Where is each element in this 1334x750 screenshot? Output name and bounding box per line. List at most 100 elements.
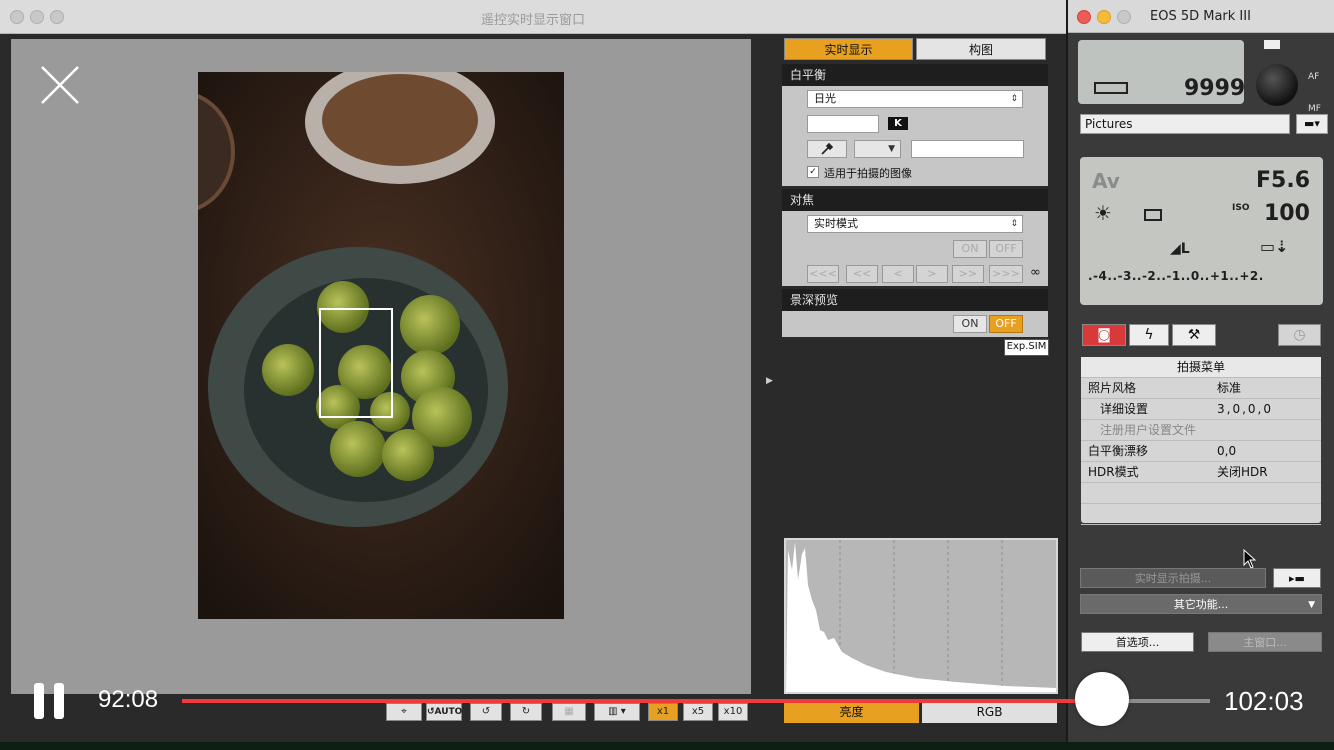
kelvin-input[interactable]	[807, 115, 879, 133]
exp-sim-indicator: Exp.SIM	[1004, 339, 1049, 356]
dof-preview-section: ON OFF	[782, 311, 1048, 337]
focus-step-far-3[interactable]: <<<	[807, 265, 839, 283]
focus-step-far-2[interactable]: <<	[846, 265, 878, 283]
zoom-x5-button[interactable]: x5	[683, 703, 713, 721]
focus-mode-value: 实时模式	[814, 217, 858, 230]
iso-value[interactable]: 100	[1264, 201, 1310, 226]
elapsed-time: 92:08	[98, 686, 159, 713]
wb-shift-dropdown[interactable]: ▼	[854, 140, 901, 158]
white-balance-select[interactable]: 日光 ⇕	[807, 90, 1023, 108]
histogram	[784, 538, 1058, 694]
folder-dropdown-icon[interactable]: ▬▾	[1296, 114, 1328, 134]
total-time: 102:03	[1224, 686, 1304, 716]
eyedropper-icon[interactable]	[807, 140, 847, 158]
infinity-icon: ∞	[1030, 265, 1041, 280]
aspect-ratio-dropdown[interactable]: ▥ ▾	[594, 703, 640, 721]
auto-label: AUTO	[434, 707, 463, 717]
other-functions-button[interactable]: 其它功能... ▼	[1080, 594, 1322, 614]
shooting-menu-title: 拍摄菜单	[1081, 357, 1321, 378]
image-quality-icon[interactable]: ◢L	[1170, 241, 1190, 257]
window-titlebar: 遥控实时显示窗口	[0, 0, 1066, 34]
dof-on-button[interactable]: ON	[953, 315, 987, 333]
drive-mode-icon[interactable]	[1144, 209, 1162, 221]
focus-on-button[interactable]: ON	[953, 240, 987, 258]
menu-row-empty	[1081, 504, 1321, 525]
af-focus-frame[interactable]	[319, 308, 393, 418]
movie-icon[interactable]: ▸▬	[1273, 568, 1321, 588]
sun-icon[interactable]: ☀	[1094, 201, 1112, 225]
exposure-scale[interactable]: .-4..-3..-2..-1..0..+1..+2.	[1088, 269, 1264, 283]
minimize-window-button[interactable]	[1097, 10, 1111, 24]
grid-icon[interactable]: ▦	[552, 703, 586, 721]
shooting-menu-tab-camera-icon[interactable]: ◙	[1082, 324, 1126, 346]
focus-section: 实时模式 ⇕ ON OFF <<< << < > >> >>> ∞	[782, 211, 1048, 286]
live-view-shoot-button[interactable]: 实时显示拍摄...	[1080, 568, 1266, 588]
focus-step-near-2[interactable]: >>	[952, 265, 984, 283]
shooting-mode[interactable]: Av	[1092, 169, 1120, 193]
preferences-button[interactable]: 首选项...	[1081, 632, 1194, 652]
main-dial[interactable]	[1256, 64, 1298, 106]
zoom-window-button[interactable]	[1117, 10, 1131, 24]
mouse-cursor-icon	[1243, 549, 1257, 569]
dropdown-arrow-icon: ▼	[888, 144, 895, 154]
menu-row-hdr[interactable]: HDR模式 关闭HDR	[1081, 462, 1321, 483]
focus-mode-select[interactable]: 实时模式 ⇕	[807, 215, 1023, 233]
rotate-left-icon[interactable]: ↺	[470, 703, 502, 721]
histogram-tab-rgb[interactable]: RGB	[922, 702, 1057, 723]
progress-scrubber[interactable]	[1075, 672, 1130, 726]
focus-step-near-3[interactable]: >>>	[989, 265, 1023, 283]
white-balance-value: 日光	[814, 92, 836, 105]
tab-composition[interactable]: 构图	[916, 38, 1046, 60]
updown-icon: ⇕	[1010, 219, 1018, 229]
card-icon	[1264, 40, 1280, 49]
window-title: 遥控实时显示窗口	[480, 13, 585, 28]
pause-icon[interactable]	[32, 683, 66, 719]
tab-live-view[interactable]: 实时显示	[784, 38, 913, 60]
top-lcd: 9999	[1078, 40, 1245, 104]
menu-row-value: 0,0	[1217, 444, 1237, 458]
dropdown-arrow-icon: ▼	[1308, 600, 1315, 610]
menu-row-label: 注册用户设置文件	[1100, 423, 1197, 437]
dof-off-button[interactable]: OFF	[989, 315, 1023, 333]
aperture-value[interactable]: F5.6	[1256, 168, 1310, 193]
menu-row-value: 标准	[1217, 381, 1242, 395]
flash-tab-icon[interactable]: ϟ	[1129, 324, 1169, 346]
crosshair-icon[interactable]: ⌖	[386, 703, 422, 721]
wb-custom-field[interactable]	[911, 140, 1024, 158]
battery-icon	[1094, 82, 1128, 94]
menu-row-label: HDR模式	[1088, 465, 1139, 479]
focus-step-near-1[interactable]: >	[916, 265, 948, 283]
tools-tab-icon[interactable]: ⚒	[1172, 324, 1216, 346]
zoom-x10-button[interactable]: x10	[718, 703, 748, 721]
menu-row-detail-settings[interactable]: 详细设置 3,0,0,0	[1081, 399, 1321, 420]
af-label: AF	[1308, 72, 1320, 82]
shooting-menu: 拍摄菜单 照片风格 标准 详细设置 3,0,0,0 注册用户设置文件 白平衡漂移…	[1081, 357, 1321, 525]
kelvin-badge: K	[888, 117, 908, 130]
focus-step-far-1[interactable]: <	[882, 265, 914, 283]
auto-wb-button[interactable]: ↺AUTO	[426, 703, 462, 721]
apply-to-capture-label: 适用于拍摄的图像	[824, 167, 912, 180]
camera-settings-lcd: Av F5.6 ☀ ISO 100 ◢L ▭⇣ .-4..-3..-2..-1.…	[1080, 157, 1323, 305]
mf-label: MF	[1308, 104, 1321, 114]
close-window-button[interactable]	[1077, 10, 1091, 24]
expand-panel-arrow-icon[interactable]: ▶	[766, 376, 773, 386]
iso-label: ISO	[1232, 203, 1250, 213]
camera-window-title: EOS 5D Mark III	[1150, 9, 1251, 24]
menu-row-value: 关闭HDR	[1217, 465, 1268, 479]
main-window-button[interactable]: 主窗口...	[1208, 632, 1322, 652]
white-balance-section: 日光 ⇕ K ▼ ✓ 适用于拍摄的图像	[782, 86, 1048, 186]
save-folder-field[interactable]: Pictures	[1080, 114, 1290, 134]
rotate-right-icon[interactable]: ↻	[510, 703, 542, 721]
focus-off-button[interactable]: OFF	[989, 240, 1023, 258]
menu-row-wb-shift[interactable]: 白平衡漂移 0,0	[1081, 441, 1321, 462]
menu-row-picture-style[interactable]: 照片风格 标准	[1081, 378, 1321, 399]
zoom-x1-button[interactable]: x1	[648, 703, 678, 721]
histogram-tab-brightness[interactable]: 亮度	[784, 702, 919, 723]
close-icon[interactable]	[40, 65, 80, 105]
apply-to-capture-checkbox[interactable]: ✓	[807, 166, 819, 178]
timer-icon[interactable]: ◷	[1278, 324, 1321, 346]
save-to-computer-icon[interactable]: ▭⇣	[1260, 237, 1289, 256]
menu-row-empty	[1081, 483, 1321, 504]
menu-row-label: 照片风格	[1088, 381, 1137, 395]
menu-row-register-user[interactable]: 注册用户设置文件	[1081, 420, 1321, 441]
